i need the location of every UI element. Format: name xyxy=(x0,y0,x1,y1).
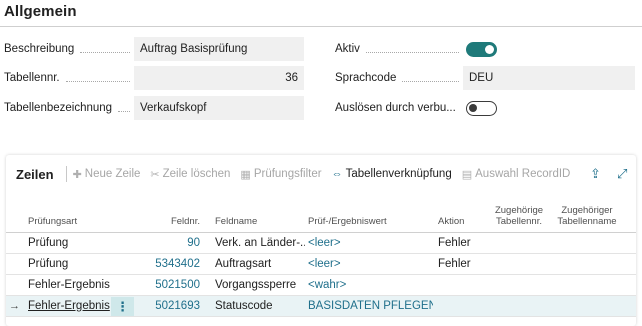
link-table-button[interactable]: ⇔ Tabellenverknüpfung xyxy=(332,168,452,180)
lines-title: Zeilen xyxy=(16,166,54,182)
field-label-tabellennr: Tabellennr. xyxy=(4,72,134,84)
section-divider xyxy=(0,26,642,27)
delete-line-button[interactable]: ✂ Zeile löschen xyxy=(150,168,230,181)
cell-feldname[interactable]: Verk. an Länder-... xyxy=(215,233,305,253)
beschreibung-input[interactable]: Auftrag Basisprüfung xyxy=(134,37,304,61)
cell-feldname[interactable]: Auftragsart xyxy=(215,254,305,274)
record-id-icon: ▤ xyxy=(461,168,473,181)
cell-feldnr[interactable]: 5021500 xyxy=(136,275,200,295)
section-title: Allgemein xyxy=(4,3,77,20)
current-row-arrow-icon: → xyxy=(9,300,20,312)
col-header-feldnr[interactable]: Feldnr. xyxy=(156,216,200,227)
link-table-icon: ⇔ xyxy=(331,168,343,180)
tabellenbezeichnung-input[interactable]: Verkaufskopf xyxy=(134,96,304,120)
cell-feldname[interactable]: Statuscode xyxy=(215,296,305,316)
cell-pruefungsart[interactable]: Prüfung xyxy=(28,233,108,253)
cell-pruefungsart[interactable]: Fehler-Ergebnis xyxy=(28,275,123,295)
cell-feldname[interactable]: Vorgangssperre xyxy=(215,275,305,295)
col-header-feldname[interactable]: Feldname xyxy=(215,216,257,227)
field-label-aktiv: Aktiv xyxy=(335,43,463,55)
cell-pruefungsart[interactable]: Fehler-Ergebnis xyxy=(28,296,110,316)
expand-icon[interactable]: ⤢ xyxy=(617,166,627,182)
tabellennr-input[interactable]: 36 xyxy=(134,66,304,90)
field-tabellenbezeichnung: Tabellenbezeichnung Verkaufskopf xyxy=(4,96,304,120)
sprachcode-input[interactable]: DEU xyxy=(463,66,635,90)
field-label-beschreibung: Beschreibung xyxy=(4,43,134,55)
field-aktiv: Aktiv xyxy=(335,37,513,61)
cell-feldnr[interactable]: 90 xyxy=(136,233,200,253)
field-sprachcode: Sprachcode DEU xyxy=(335,66,635,90)
aktiv-toggle[interactable] xyxy=(466,41,497,57)
field-label-ausloesen: Auslösen durch verbu... xyxy=(335,102,456,114)
col-header-pruefungsart[interactable]: Prüfungsart xyxy=(28,216,77,227)
lines-grid: Prüfungsart Feldnr. Feldname Prüf-/Ergeb… xyxy=(6,199,636,317)
cell-wert[interactable]: <leer> xyxy=(308,233,433,253)
share-icon[interactable]: ⇪ xyxy=(590,166,601,182)
table-row-selected[interactable]: → Fehler-Ergebnis ⋮ 5021693 Statuscode B… xyxy=(6,296,636,317)
ausloesen-toggle[interactable] xyxy=(466,100,497,116)
field-label-sprachcode: Sprachcode xyxy=(335,72,463,84)
table-row[interactable]: Prüfung 5343402 Auftragsart <leer> Fehle… xyxy=(6,254,636,275)
col-header-tabnr[interactable]: Zugehörige Tabellennr. xyxy=(489,205,549,227)
col-header-tabname[interactable]: Zugehöriger Tabellenname xyxy=(552,205,622,227)
table-row[interactable]: Prüfung 90 Verk. an Länder-... <leer> Fe… xyxy=(6,233,636,254)
field-beschreibung: Beschreibung Auftrag Basisprüfung xyxy=(4,37,304,61)
col-header-aktion[interactable]: Aktion xyxy=(438,216,464,227)
lines-part: Zeilen ✚ Neue Zeile ✂ Zeile löschen ▦ Pr… xyxy=(6,155,636,326)
filter-table-icon: ▦ xyxy=(240,168,251,181)
toolbar-separator xyxy=(65,166,67,182)
cell-aktion[interactable]: Fehler xyxy=(438,254,488,274)
new-line-icon: ✚ xyxy=(72,168,82,181)
field-ausloesen: Auslösen durch verbu... xyxy=(335,96,513,120)
filter-button[interactable]: ▦ Prüfungsfilter xyxy=(240,168,321,181)
delete-line-icon: ✂ xyxy=(150,168,160,181)
cell-aktion[interactable]: Fehler xyxy=(438,233,488,253)
col-header-wert[interactable]: Prüf-/Ergebniswert xyxy=(308,216,387,227)
cell-feldnr[interactable]: 5021693 xyxy=(136,296,200,316)
new-line-button[interactable]: ✚ Neue Zeile xyxy=(73,168,141,181)
cell-wert[interactable]: BASISDATEN PFLEGEN xyxy=(308,296,433,316)
row-menu-icon[interactable]: ⋮ xyxy=(111,297,134,316)
grid-header: Prüfungsart Feldnr. Feldname Prüf-/Ergeb… xyxy=(6,199,636,233)
table-row[interactable]: Fehler-Ergebnis 5021500 Vorgangssperre <… xyxy=(6,275,636,296)
cell-feldnr[interactable]: 5343402 xyxy=(136,254,200,274)
cell-wert[interactable]: <leer> xyxy=(308,254,433,274)
lines-toolbar: Zeilen ✚ Neue Zeile ✂ Zeile löschen ▦ Pr… xyxy=(6,155,636,193)
record-id-button[interactable]: ▤ Auswahl RecordID xyxy=(462,168,571,181)
field-tabellennr: Tabellennr. 36 xyxy=(4,66,304,90)
field-label-tabellenbezeichnung: Tabellenbezeichnung xyxy=(4,102,134,114)
cell-pruefungsart[interactable]: Prüfung xyxy=(28,254,108,274)
cell-wert[interactable]: <wahr> xyxy=(308,275,433,295)
